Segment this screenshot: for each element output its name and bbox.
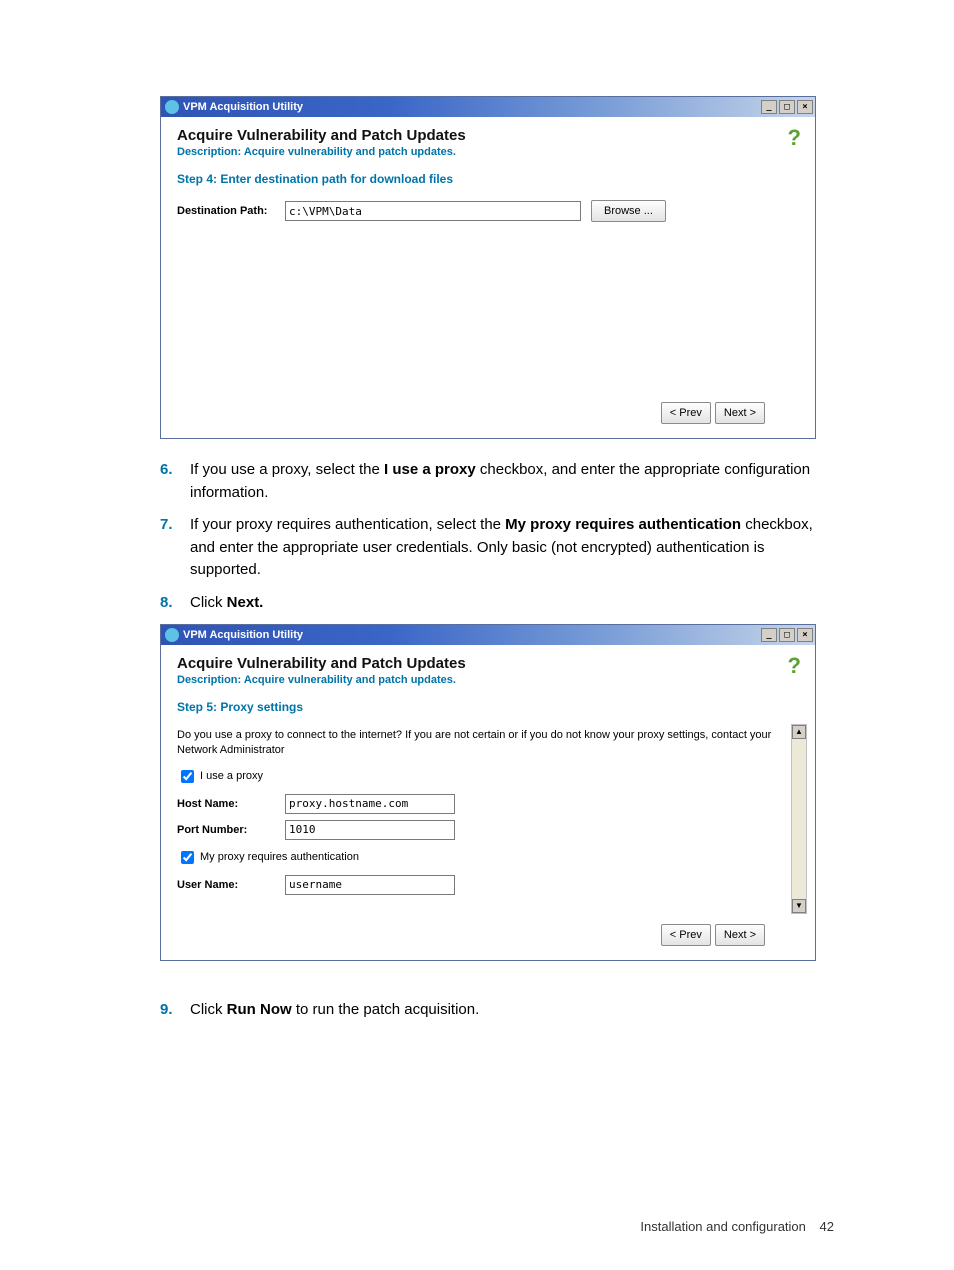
- step-text: Click Next.: [190, 592, 834, 615]
- dialog-body: Do you use a proxy to connect to the int…: [161, 720, 815, 914]
- next-button[interactable]: Next >: [715, 924, 765, 946]
- use-proxy-label: I use a proxy: [200, 770, 263, 782]
- app-icon: [165, 628, 179, 642]
- step-8: 8. Click Next.: [160, 592, 834, 615]
- step-7: 7. If your proxy requires authentication…: [160, 514, 834, 582]
- username-input[interactable]: [285, 875, 455, 895]
- close-button[interactable]: ×: [797, 100, 813, 114]
- app-icon: [165, 100, 179, 114]
- window-title: VPM Acquisition Utility: [183, 101, 759, 113]
- scrollbar[interactable]: ▲ ▼: [791, 724, 807, 914]
- step-label: Step 5: Proxy settings: [161, 692, 815, 720]
- dest-path-input[interactable]: [285, 201, 581, 221]
- prev-button[interactable]: < Prev: [661, 402, 711, 424]
- dialog-step4: VPM Acquisition Utility _ □ × Acquire Vu…: [160, 96, 816, 439]
- prev-button[interactable]: < Prev: [661, 924, 711, 946]
- page-number: 42: [820, 1219, 834, 1234]
- dialog-header: Acquire Vulnerability and Patch Updates …: [161, 117, 815, 164]
- host-input[interactable]: [285, 794, 455, 814]
- help-icon[interactable]: ?: [788, 653, 801, 679]
- maximize-button[interactable]: □: [779, 628, 795, 642]
- scroll-up-icon[interactable]: ▲: [792, 725, 806, 739]
- titlebar[interactable]: VPM Acquisition Utility _ □ ×: [161, 97, 815, 117]
- header-desc: Description: Acquire vulnerability and p…: [177, 674, 799, 686]
- step-6: 6. If you use a proxy, select the I use …: [160, 459, 834, 504]
- dialog-body: Destination Path: Browse ...: [161, 192, 815, 392]
- minimize-button[interactable]: _: [761, 628, 777, 642]
- dialog-step5: VPM Acquisition Utility _ □ × Acquire Vu…: [160, 624, 816, 961]
- window-title: VPM Acquisition Utility: [183, 629, 759, 641]
- step-text: Click Run Now to run the patch acquisiti…: [190, 999, 834, 1022]
- step-number: 8.: [160, 592, 190, 615]
- step-text: If your proxy requires authentication, s…: [190, 514, 834, 582]
- step-number: 9.: [160, 999, 190, 1022]
- nav-buttons: < Prev Next >: [161, 392, 815, 438]
- port-input[interactable]: [285, 820, 455, 840]
- host-label: Host Name:: [177, 798, 285, 810]
- proxy-auth-label: My proxy requires authentication: [200, 851, 359, 863]
- use-proxy-checkbox[interactable]: [181, 770, 194, 783]
- help-icon[interactable]: ?: [788, 125, 801, 151]
- step-number: 7.: [160, 514, 190, 582]
- next-button[interactable]: Next >: [715, 402, 765, 424]
- close-button[interactable]: ×: [797, 628, 813, 642]
- titlebar[interactable]: VPM Acquisition Utility _ □ ×: [161, 625, 815, 645]
- header-title: Acquire Vulnerability and Patch Updates: [177, 655, 799, 672]
- footer-text: Installation and configuration: [640, 1219, 806, 1234]
- username-label: User Name:: [177, 879, 285, 891]
- header-title: Acquire Vulnerability and Patch Updates: [177, 127, 799, 144]
- scroll-down-icon[interactable]: ▼: [792, 899, 806, 913]
- proxy-intro-text: Do you use a proxy to connect to the int…: [177, 728, 781, 759]
- maximize-button[interactable]: □: [779, 100, 795, 114]
- proxy-auth-checkbox[interactable]: [181, 851, 194, 864]
- dest-path-label: Destination Path:: [177, 205, 285, 217]
- nav-buttons: < Prev Next >: [161, 914, 815, 960]
- step-number: 6.: [160, 459, 190, 504]
- browse-button[interactable]: Browse ...: [591, 200, 666, 222]
- step-9: 9. Click Run Now to run the patch acquis…: [160, 999, 834, 1022]
- step-label: Step 4: Enter destination path for downl…: [161, 164, 815, 192]
- port-label: Port Number:: [177, 824, 285, 836]
- header-desc: Description: Acquire vulnerability and p…: [177, 146, 799, 158]
- page-footer: Installation and configuration 42: [640, 1219, 834, 1234]
- minimize-button[interactable]: _: [761, 100, 777, 114]
- dialog-header: Acquire Vulnerability and Patch Updates …: [161, 645, 815, 692]
- step-text: If you use a proxy, select the I use a p…: [190, 459, 834, 504]
